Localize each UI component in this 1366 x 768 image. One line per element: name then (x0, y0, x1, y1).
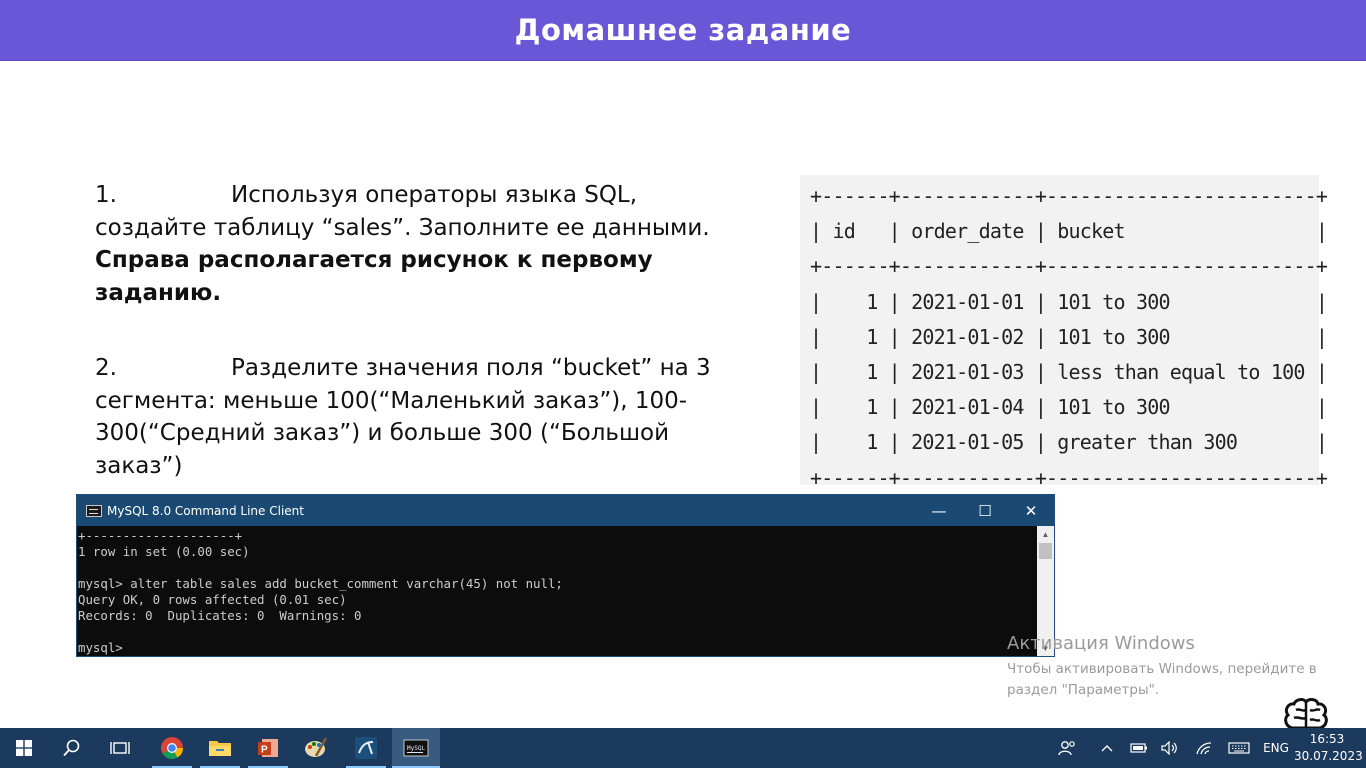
minimize-button[interactable]: — (916, 495, 962, 526)
slide: Домашнее задание 1. Используя операторы я… (0, 0, 1366, 768)
clock-date: 30.07.2023 (1294, 749, 1363, 763)
start-button[interactable] (0, 728, 48, 768)
task-view-button[interactable] (96, 728, 144, 768)
paint-icon (305, 737, 328, 757)
activation-line-1: Чтобы активировать Windows, перейдите в (1007, 661, 1317, 677)
scroll-thumb[interactable] (1039, 543, 1052, 559)
wifi-icon (1196, 742, 1212, 755)
sql-table-figure: +------+------------+-------------------… (800, 175, 1328, 490)
taskbar-chrome[interactable] (148, 728, 196, 768)
console-titlebar[interactable]: MySQL 8.0 Command Line Client — ☐ ✕ (77, 495, 1054, 526)
taskbar-mysql-console[interactable]: MySQL (392, 728, 440, 768)
task-1-text-2: создайте таблицу “sales”. Заполните ее д… (95, 214, 710, 241)
clock-time: 16:53 (1309, 732, 1345, 746)
console-line: 1 row in set (0.00 sec) (78, 544, 250, 559)
tray-clock[interactable]: 16:53 30.07.2023 (1294, 731, 1363, 765)
tray-network[interactable] (1192, 728, 1216, 768)
maximize-button[interactable]: ☐ (962, 495, 1008, 526)
windows-activation-watermark: Активация Windows Чтобы активировать Win… (1007, 632, 1347, 701)
task-1-text: Используя операторы языка SQL, (231, 182, 638, 208)
console-line: mysql> alter table sales add bucket_comm… (78, 576, 563, 591)
slide-header: Домашнее задание (0, 0, 1366, 61)
windows-taskbar: P MySQL ENG 16:53 30.07.2023 (0, 728, 1366, 768)
svg-text:MySQL: MySQL (407, 745, 425, 752)
keyboard-icon (1228, 742, 1250, 754)
svg-text:P: P (261, 745, 268, 756)
powerpoint-icon: P (258, 739, 278, 757)
close-button[interactable]: ✕ (1008, 495, 1054, 526)
tray-language[interactable]: ENG (1258, 728, 1294, 768)
console-prompt[interactable]: mysql> (78, 640, 123, 655)
taskbar-powerpoint[interactable]: P (244, 728, 292, 768)
task-2: 2. Разделите значения поля “bucket” на 3 … (95, 352, 745, 482)
people-icon (1058, 741, 1075, 756)
console-line: +--------------------+ (78, 528, 243, 543)
tray-volume[interactable] (1158, 728, 1182, 768)
search-button[interactable] (48, 728, 96, 768)
tray-show-hidden[interactable] (1096, 728, 1118, 768)
task-2-text-2: сегмента: меньше 100(“Маленький заказ”),… (95, 387, 688, 479)
file-explorer-icon (209, 741, 231, 756)
task-view-icon (110, 742, 130, 754)
task-2-text: Разделите значения поля “bucket” на 3 (231, 355, 711, 381)
mysql-app-icon (86, 504, 102, 517)
chrome-icon (161, 737, 183, 759)
scroll-up-arrow-icon[interactable]: ▲ (1037, 526, 1054, 542)
mysql-workbench-icon (355, 737, 377, 759)
brain-logo-icon (1284, 698, 1328, 730)
search-icon (63, 739, 80, 757)
activation-title: Активация Windows (1007, 633, 1195, 654)
slide-title: Домашнее задание (514, 13, 852, 47)
mysql-console-icon: MySQL (403, 739, 429, 757)
start-icon (16, 740, 32, 756)
sql-table-text: +------+------------+-------------------… (810, 184, 1328, 490)
console-output[interactable]: +--------------------+ 1 row in set (0.0… (78, 528, 1036, 656)
tray-people[interactable] (1054, 728, 1080, 768)
mysql-console-window[interactable]: MySQL 8.0 Command Line Client — ☐ ✕ +---… (76, 494, 1055, 657)
volume-icon (1161, 741, 1177, 755)
task-1: 1. Используя операторы языка SQL, создайт… (95, 179, 745, 309)
battery-icon (1130, 743, 1147, 753)
console-line: Records: 0 Duplicates: 0 Warnings: 0 (78, 608, 362, 623)
task-1-number: 1. (95, 182, 117, 208)
taskbar-paint[interactable] (292, 728, 340, 768)
tray-keyboard[interactable] (1224, 728, 1254, 768)
task-2-number: 2. (95, 355, 117, 381)
chevron-up-icon (1101, 745, 1113, 752)
taskbar-mysql-workbench[interactable] (342, 728, 390, 768)
console-title: MySQL 8.0 Command Line Client (107, 503, 304, 518)
taskbar-file-explorer[interactable] (196, 728, 244, 768)
task-1-bold-note: Справа располагается рисунок к первому з… (95, 247, 653, 306)
tray-battery[interactable] (1128, 728, 1150, 768)
console-line: Query OK, 0 rows affected (0.01 sec) (78, 592, 347, 607)
